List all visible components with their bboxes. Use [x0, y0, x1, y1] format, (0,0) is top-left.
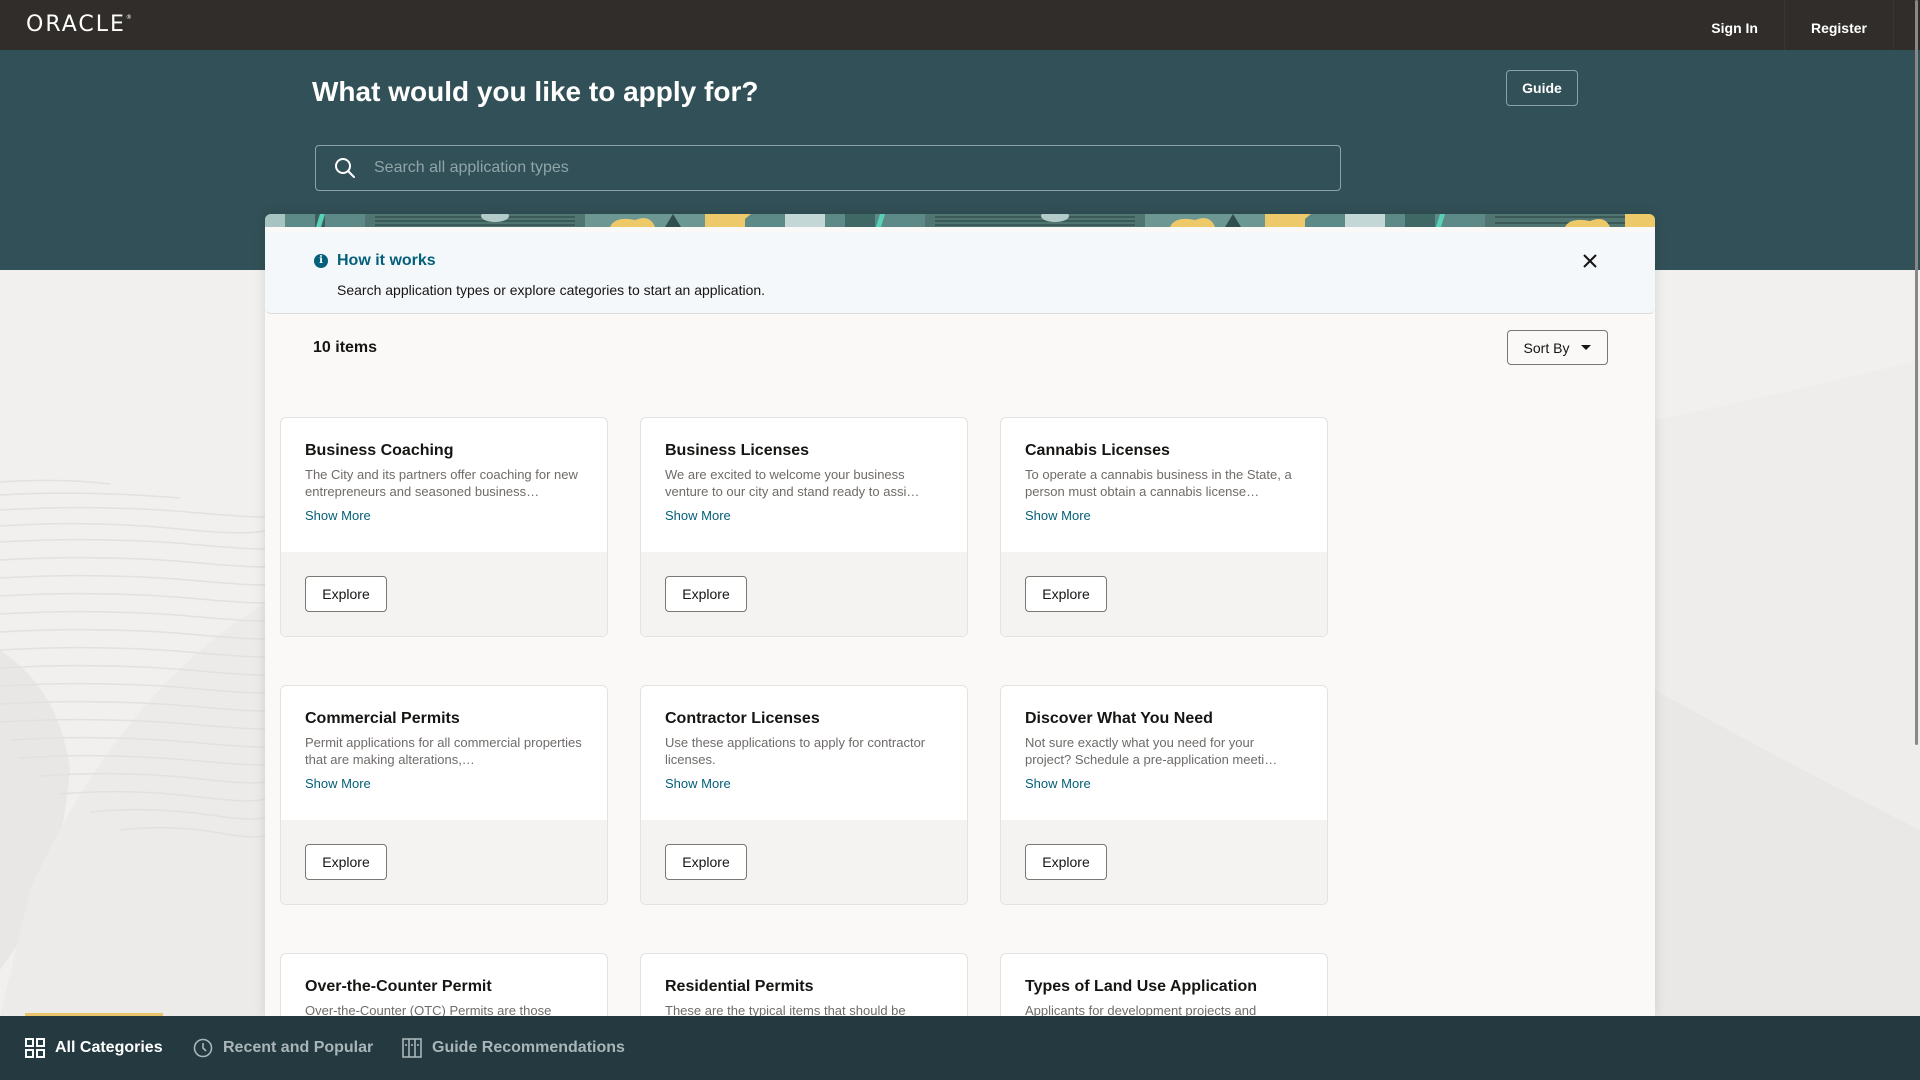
top-bar: ORACLE® Sign In Register	[0, 0, 1920, 50]
explore-button[interactable]: Explore	[665, 844, 747, 880]
card-title: Commercial Permits	[305, 710, 460, 727]
info-text: Search application types or explore cate…	[337, 282, 766, 298]
tab-label: Recent and Popular	[223, 1039, 374, 1056]
card-title: Residential Permits	[665, 978, 814, 995]
card-description: Not sure exactly what you need for your …	[1025, 735, 1278, 767]
caret-down-icon	[1581, 345, 1592, 350]
category-card: Business Licenses We are excited to welc…	[640, 417, 968, 637]
category-card: Discover What You Need Not sure exactly …	[1000, 685, 1328, 905]
card-description: Use these applications to apply for cont…	[665, 735, 926, 767]
explore-button[interactable]: Explore	[1025, 844, 1107, 880]
close-icon[interactable]	[1577, 248, 1603, 274]
info-icon: i	[314, 254, 328, 268]
show-more-link[interactable]: Show More	[305, 776, 371, 791]
category-card: Contractor Licenses Use these applicatio…	[640, 685, 968, 905]
explore-button[interactable]: Explore	[305, 576, 387, 612]
main-panel: i How it works Search application types …	[265, 214, 1655, 1016]
tab-guide-recommendations[interactable]: Guide Recommendations	[402, 1016, 625, 1080]
oracle-logo[interactable]: ORACLE®	[26, 12, 132, 37]
show-more-link[interactable]: Show More	[665, 776, 731, 791]
show-more-link[interactable]: Show More	[305, 508, 371, 523]
items-count: 10 items	[313, 339, 378, 356]
tab-label: Guide Recommendations	[432, 1039, 625, 1056]
sort-by-button[interactable]: Sort By	[1507, 330, 1608, 365]
register-link[interactable]: Register	[1785, 0, 1894, 50]
card-title: Business Coaching	[305, 442, 454, 459]
category-card: Cannabis Licenses To operate a cannabis …	[1000, 417, 1328, 637]
info-title: How it works	[337, 252, 436, 269]
logo-text: ORACLE	[26, 12, 126, 37]
card-description: Applicants for development projects and	[1025, 1003, 1257, 1016]
card-title: Types of Land Use Application	[1025, 978, 1258, 995]
clock-icon	[193, 1038, 213, 1058]
category-card: Over-the-Counter Permit Over-the-Counter…	[280, 953, 608, 1016]
tab-label: All Categories	[55, 1039, 163, 1056]
show-more-link[interactable]: Show More	[665, 508, 731, 523]
show-more-link[interactable]: Show More	[1025, 508, 1091, 523]
card-description: We are excited to welcome your business …	[665, 467, 920, 499]
card-title: Cannabis Licenses	[1025, 442, 1170, 459]
explore-button[interactable]: Explore	[305, 844, 387, 880]
how-it-works-box: i How it works Search application types …	[265, 232, 1655, 314]
card-title: Contractor Licenses	[665, 710, 820, 727]
card-description: The City and its partners offer coaching…	[305, 467, 578, 499]
top-nav: Sign In Register	[1684, 0, 1894, 50]
card-title: Over-the-Counter Permit	[305, 978, 492, 995]
category-card: Business Coaching The City and its partn…	[280, 417, 608, 637]
tab-recent-and-popular[interactable]: Recent and Popular	[193, 1016, 373, 1080]
card-description: Over-the-Counter (OTC) Permits are those	[305, 1003, 552, 1016]
search-box[interactable]	[315, 145, 1341, 191]
bottom-tab-bar: All Categories Recent and Popular Guide …	[0, 1013, 1920, 1080]
card-title: Business Licenses	[665, 442, 810, 459]
category-card: Commercial Permits Permit applications f…	[280, 685, 608, 905]
card-description: Permit applications for all commercial p…	[305, 735, 582, 767]
card-description: To operate a cannabis business in the St…	[1025, 467, 1292, 499]
explore-button[interactable]: Explore	[1025, 576, 1107, 612]
columns-icon	[402, 1038, 422, 1058]
search-input[interactable]	[374, 159, 1340, 177]
explore-button[interactable]: Explore	[665, 576, 747, 612]
page-title: What would you like to apply for?	[312, 76, 759, 107]
decorative-banner	[265, 214, 1655, 227]
card-description: These are the typical items that should …	[665, 1003, 906, 1016]
search-icon	[335, 158, 355, 178]
grid-icon	[25, 1038, 45, 1058]
sort-by-label: Sort By	[1523, 339, 1570, 356]
show-more-link[interactable]: Show More	[1025, 776, 1091, 791]
sign-in-link[interactable]: Sign In	[1684, 0, 1785, 50]
page-scrollbar[interactable]	[1915, 0, 1918, 745]
card-title: Discover What You Need	[1025, 710, 1213, 727]
category-card: Types of Land Use Application Applicants…	[1000, 953, 1328, 1016]
tab-all-categories[interactable]: All Categories	[25, 1013, 163, 1080]
guide-button[interactable]: Guide	[1506, 70, 1578, 106]
category-card: Residential Permits These are the typica…	[640, 953, 968, 1016]
